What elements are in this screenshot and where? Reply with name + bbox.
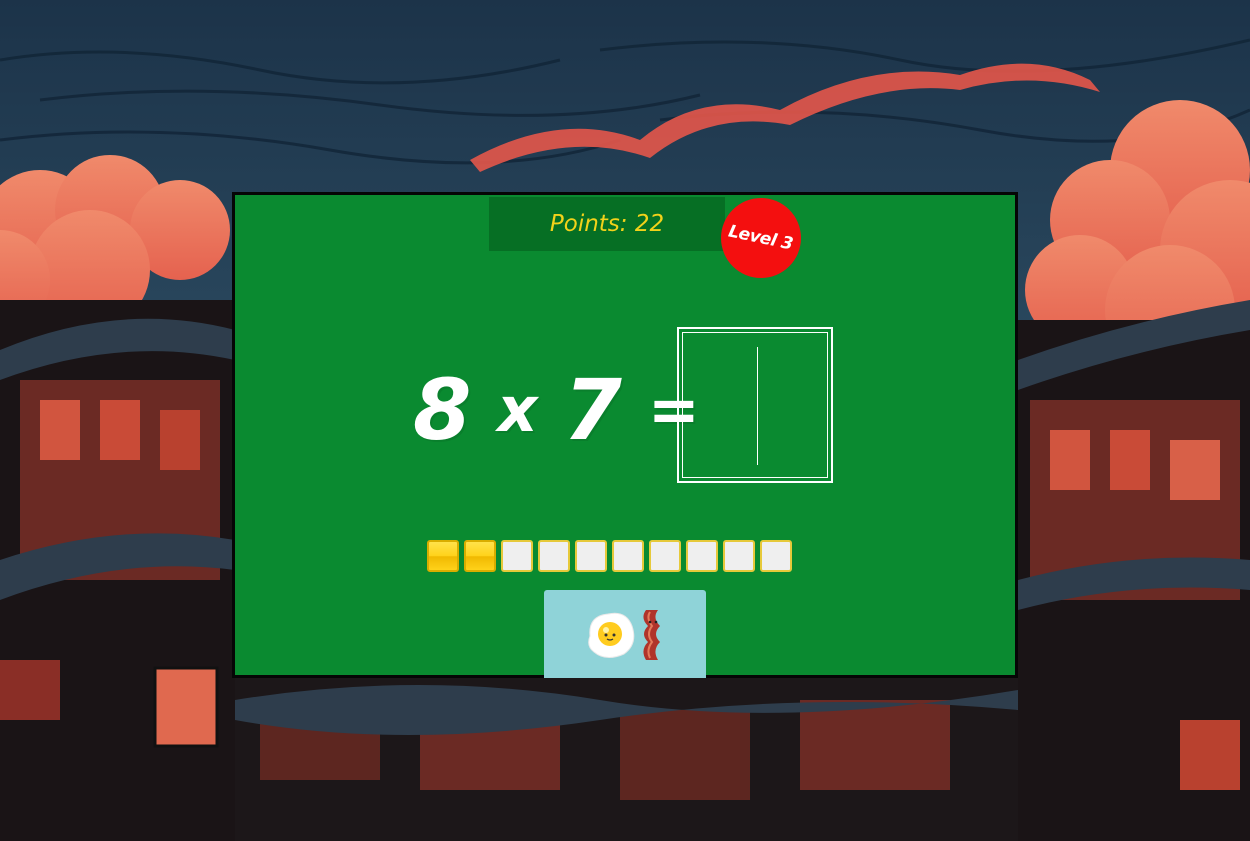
text-caret	[757, 347, 758, 465]
level-badge: Level 3	[721, 198, 801, 278]
operand-b: 7	[563, 361, 622, 459]
progress-cell-empty	[686, 540, 718, 572]
progress-cell-empty	[723, 540, 755, 572]
progress-cell-empty	[612, 540, 644, 572]
progress-cell-empty	[575, 540, 607, 572]
points-display: Points: 22	[489, 197, 725, 251]
reward-card	[544, 590, 706, 678]
level-label: Level 3	[727, 221, 795, 255]
answer-input[interactable]	[677, 327, 833, 483]
points-label: Points: 22	[549, 211, 665, 237]
progress-cell-empty	[649, 540, 681, 572]
operand-a: 8	[413, 361, 472, 459]
operator-symbol: x	[497, 373, 538, 446]
game-board: Points: 22 Level 3 8 x 7 =	[232, 192, 1018, 678]
multiplication-equation: 8 x 7 =	[413, 355, 700, 465]
progress-tracker	[427, 540, 792, 572]
progress-cell-filled	[427, 540, 459, 572]
progress-cell-empty	[538, 540, 570, 572]
progress-cell-empty	[760, 540, 792, 572]
fried-egg-and-bacon-icon	[588, 610, 660, 660]
progress-cell-empty	[501, 540, 533, 572]
progress-cell-filled	[464, 540, 496, 572]
